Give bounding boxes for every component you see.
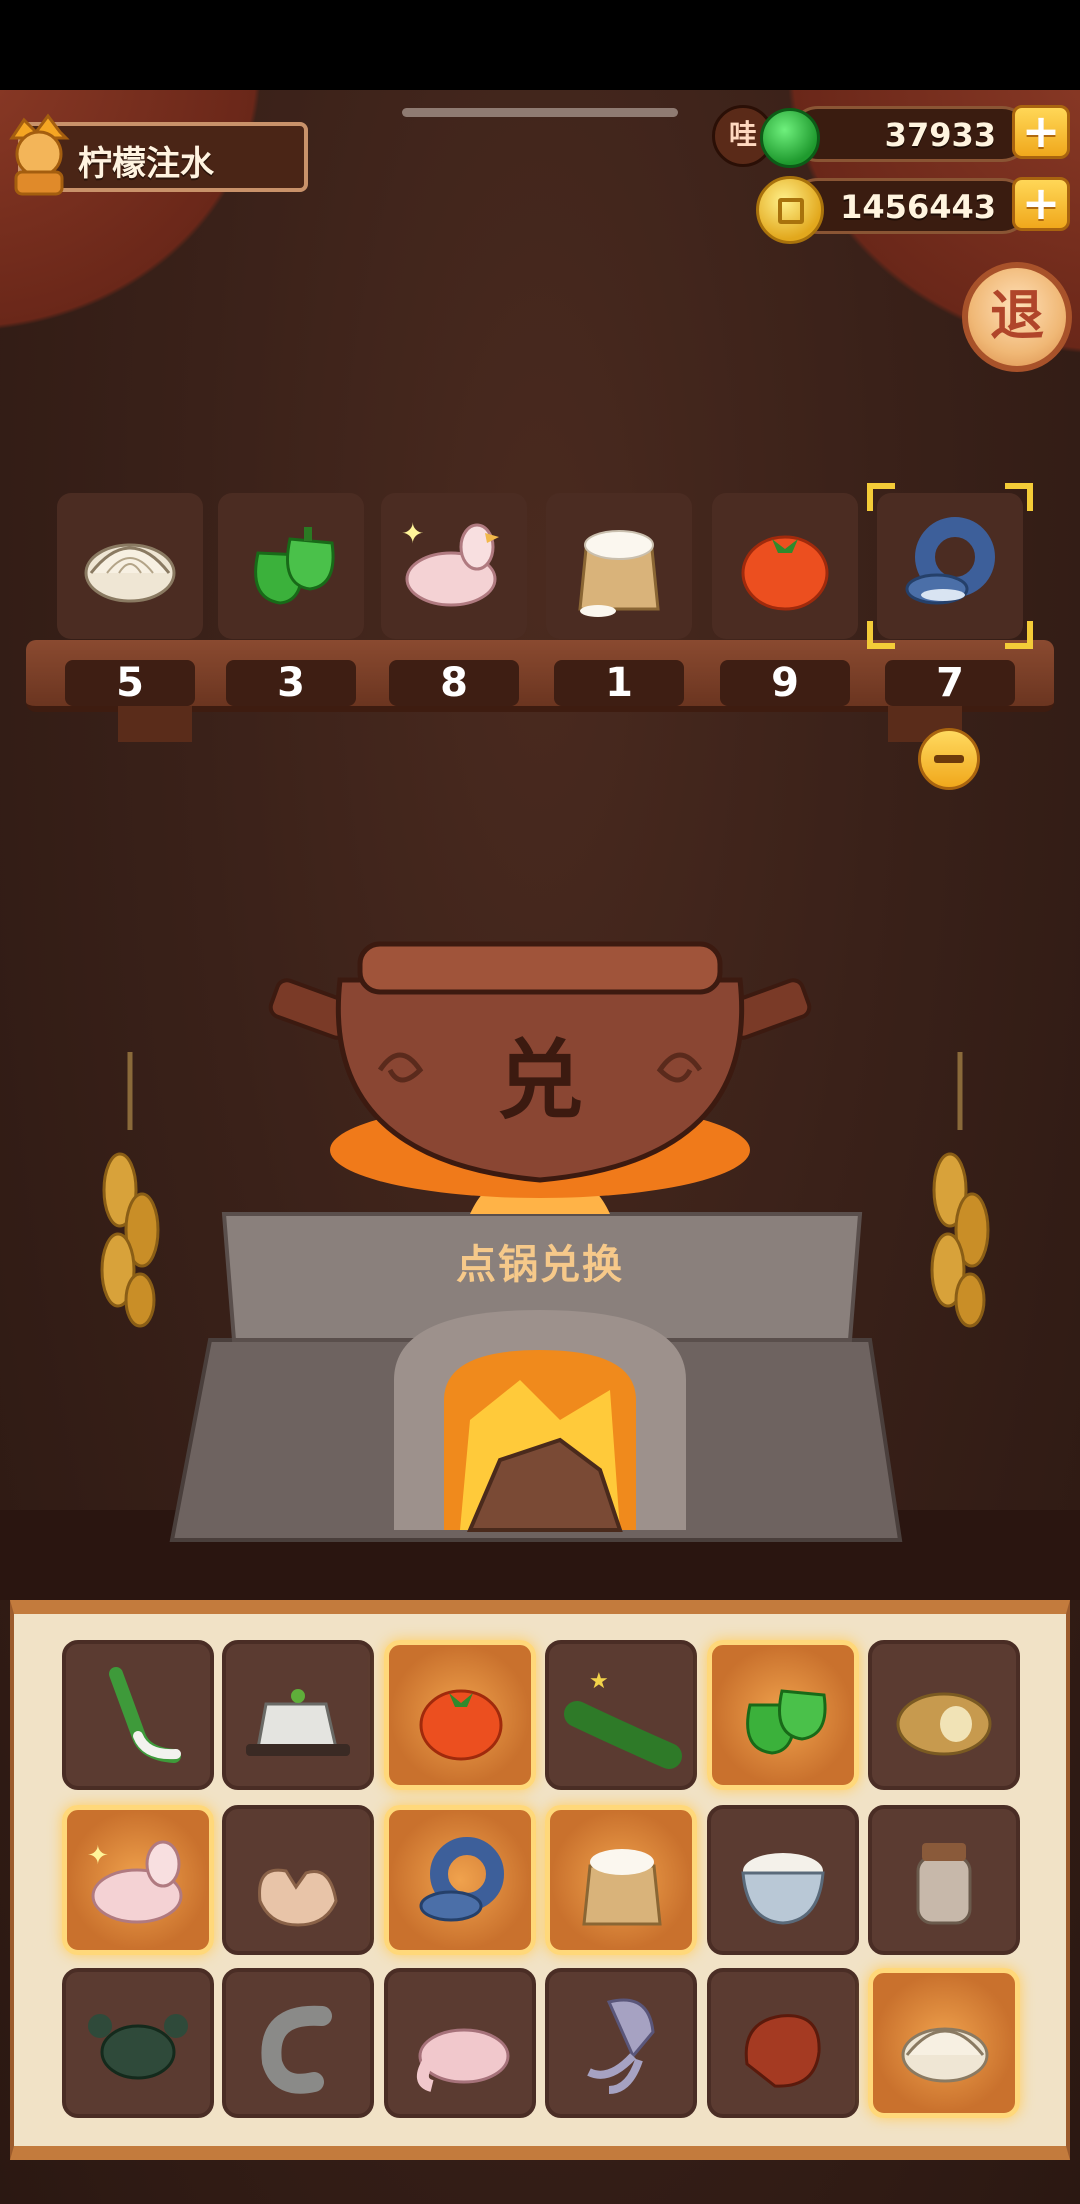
inventory-item-meat[interactable] xyxy=(707,1968,859,2118)
inventory-item-tomato-selected[interactable] xyxy=(384,1640,536,1790)
inventory-item-crab[interactable] xyxy=(62,1968,214,2118)
clam-icon xyxy=(901,2027,989,2083)
potato-icon xyxy=(896,1692,992,1756)
inventory-item-egg[interactable] xyxy=(222,1805,374,1955)
shrimp-icon xyxy=(261,2005,332,2094)
cucumber-icon: ★ xyxy=(564,1669,682,1769)
svg-text:★: ★ xyxy=(589,1669,609,1694)
svg-text:✦: ✦ xyxy=(87,1841,109,1871)
inventory-item-potato[interactable] xyxy=(868,1640,1020,1790)
inventory-item-clam-selected[interactable] xyxy=(868,1968,1020,2118)
squid-icon xyxy=(587,1998,655,2094)
sauce-jar-icon xyxy=(916,1843,972,1925)
inventory-item-chicken-selected[interactable]: ✦ xyxy=(62,1805,214,1955)
inventory-item-flour-sack-selected[interactable] xyxy=(545,1805,697,1955)
flour-sack-icon xyxy=(582,1849,662,1926)
pot-character: 兑 xyxy=(497,1031,583,1131)
duck-icon xyxy=(416,2028,510,2092)
meat-icon xyxy=(744,2014,821,2088)
exchange-pot-button[interactable]: 点锅兑换 xyxy=(380,1232,700,1290)
hanging-corn-left xyxy=(100,1052,160,1328)
green-pepper-icon xyxy=(746,1689,827,1755)
stove-illustration xyxy=(0,941,1080,1600)
fish-icon xyxy=(419,1837,504,1922)
inventory-item-fish-selected[interactable] xyxy=(384,1805,536,1955)
inventory-item-duck[interactable] xyxy=(384,1968,536,2118)
inventory-item-green-pepper-selected[interactable] xyxy=(707,1640,859,1790)
crab-icon xyxy=(88,2014,188,2080)
leek-icon xyxy=(109,1667,181,1763)
inventory-item-leek[interactable] xyxy=(62,1640,214,1790)
tofu-icon xyxy=(246,1689,350,1756)
inventory-item-rice-bowl[interactable] xyxy=(707,1805,859,1955)
hanging-corn-right xyxy=(930,1052,990,1328)
rice-bowl-icon xyxy=(741,1853,825,1925)
inventory-item-tofu[interactable] xyxy=(222,1640,374,1790)
egg-icon xyxy=(258,1868,338,1927)
tomato-icon xyxy=(419,1689,503,1761)
chicken-icon: ✦ xyxy=(87,1840,183,1924)
inventory-item-shrimp[interactable] xyxy=(222,1968,374,2118)
inventory-item-sauce-jar[interactable] xyxy=(868,1805,1020,1955)
inventory-item-squid[interactable] xyxy=(545,1968,697,2118)
inventory-item-cucumber[interactable]: ★ xyxy=(545,1640,697,1790)
